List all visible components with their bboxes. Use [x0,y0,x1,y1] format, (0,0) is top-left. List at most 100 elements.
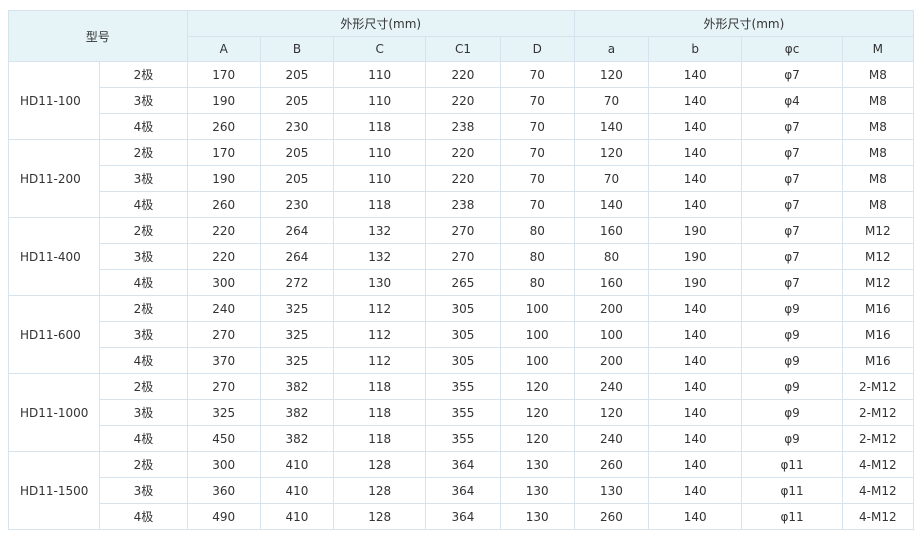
value-cell: 220 [425,139,501,166]
value-cell: 190 [648,269,743,296]
value-cell: 190 [648,217,743,244]
table-row: 3极 220 264 132 270 80 80 190 φ7 M12 [9,243,915,270]
value-cell: 230 [259,113,335,140]
value-cell: 238 [425,191,501,218]
value-cell: 364 [425,503,501,530]
value-cell: 80 [499,269,575,296]
value-cell: 305 [425,321,501,348]
value-cell: 270 [425,243,501,270]
value-cell: M8 [841,191,915,218]
value-cell: 160 [573,217,650,244]
pole-cell: 4极 [99,347,188,374]
value-cell: 200 [573,295,650,322]
value-cell: 364 [425,451,501,478]
pole-cell: 3极 [99,477,188,504]
value-cell: 140 [648,295,743,322]
value-cell: 325 [259,295,335,322]
value-cell: φ9 [741,425,843,452]
value-cell: φ11 [741,503,843,530]
table-row: 4极 260 230 118 238 70 140 140 φ7 M8 [9,191,915,218]
column-header-C: C [333,36,427,62]
value-cell: 100 [499,295,575,322]
value-cell: 140 [648,347,743,374]
value-cell: 110 [333,165,427,192]
column-header-D: D [499,36,575,62]
value-cell: 220 [186,217,261,244]
value-cell: 240 [573,425,650,452]
value-cell: 132 [333,217,427,244]
table-row: 3极 325 382 118 355 120 120 140 φ9 2-M12 [9,399,915,426]
model-cell: HD11-400 [7,217,101,296]
value-cell: 140 [648,399,743,426]
value-cell: 120 [499,425,575,452]
value-cell: 112 [333,347,427,374]
value-cell: 80 [499,217,575,244]
value-cell: 100 [499,347,575,374]
value-cell: 190 [186,165,261,192]
value-cell: 120 [573,139,650,166]
value-cell: 70 [499,61,575,88]
value-cell: φ9 [741,373,843,400]
value-cell: 80 [499,243,575,270]
dimension-table: 型号 外形尺寸(mm) 外形尺寸(mm) A B C C1 D a b φc M… [7,10,915,530]
pole-cell: 2极 [99,217,188,244]
value-cell: φ7 [741,269,843,296]
group-header-row: 型号 外形尺寸(mm) 外形尺寸(mm) [8,10,915,62]
value-cell: 140 [648,61,743,88]
value-cell: 70 [573,165,650,192]
value-cell: 230 [259,191,335,218]
value-cell: 325 [186,399,261,426]
pole-cell: 4极 [99,191,188,218]
value-cell: 205 [259,165,335,192]
value-cell: 260 [573,451,650,478]
value-cell: 264 [259,217,335,244]
pole-cell: 2极 [99,61,188,88]
table-row: 3极 190 205 110 220 70 70 140 φ7 M8 [9,165,915,192]
table-row: 4极 450 382 118 355 120 240 140 φ9 2-M12 [9,425,915,452]
value-cell: 260 [186,191,261,218]
value-cell: 205 [259,139,335,166]
value-cell: 410 [259,503,335,530]
model-cell: HD11-1000 [7,373,101,452]
value-cell: 140 [573,191,650,218]
value-cell: 382 [259,373,335,400]
value-cell: M12 [841,243,915,270]
value-cell: φ4 [741,87,843,114]
value-cell: 118 [333,425,427,452]
value-cell: 490 [186,503,261,530]
pole-cell: 3极 [99,321,188,348]
value-cell: 260 [186,113,261,140]
model-cell: HD11-1500 [7,451,101,530]
value-cell: 205 [259,87,335,114]
value-cell: 265 [425,269,501,296]
value-cell: 264 [259,243,335,270]
value-cell: 240 [573,373,650,400]
value-cell: 410 [259,477,335,504]
value-cell: 110 [333,87,427,114]
value-cell: 325 [259,321,335,348]
value-cell: φ11 [741,451,843,478]
model-header: 型号 [8,10,188,62]
value-cell: 130 [499,477,575,504]
value-cell: M8 [841,61,915,88]
value-cell: 270 [186,373,261,400]
pole-cell: 2极 [99,451,188,478]
group-header-right: 外形尺寸(mm) [573,10,915,37]
value-cell: 4-M12 [841,477,915,504]
value-cell: M16 [841,347,915,374]
table-row: HD11-1000 2极 270 382 118 355 120 240 140 φ9 2-M12 [7,373,915,452]
column-header-b: b [648,36,743,62]
value-cell: 120 [573,61,650,88]
value-cell: 272 [259,269,335,296]
column-header-M: M [841,36,915,62]
model-cell: HD11-600 [7,295,101,374]
value-cell: 140 [648,425,743,452]
table-row: HD11-600 2极 240 325 112 305 100 200 140 φ9 M16 [7,295,915,374]
value-cell: 2-M12 [841,425,915,452]
value-cell: 140 [648,451,743,478]
value-cell: 364 [425,477,501,504]
group-header-left: 外形尺寸(mm) [186,10,575,37]
table-row: 4极 370 325 112 305 100 200 140 φ9 M16 [9,347,915,374]
value-cell: φ9 [741,347,843,374]
model-cell: HD11-100 [7,61,101,140]
